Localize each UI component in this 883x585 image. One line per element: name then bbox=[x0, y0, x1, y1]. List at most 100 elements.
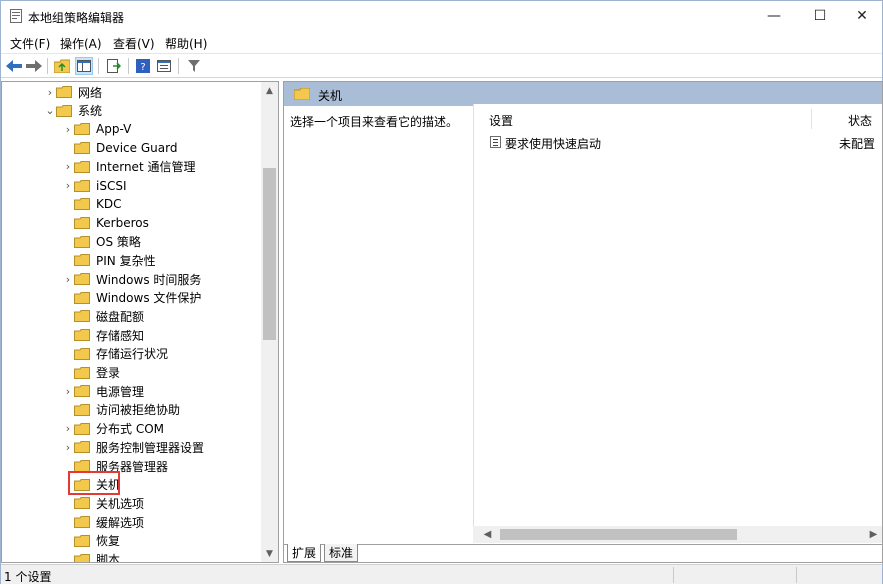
tree-item[interactable]: › 服务控制管理器设置 bbox=[62, 438, 204, 456]
tree-item[interactable]: 恢复 bbox=[62, 532, 120, 550]
scroll-right-button[interactable]: ▶ bbox=[865, 526, 882, 543]
tree-item[interactable]: › App-V bbox=[62, 120, 131, 138]
tree-item[interactable]: PIN 复杂性 bbox=[62, 251, 156, 269]
folder-icon bbox=[74, 497, 90, 510]
chevron-right-icon[interactable]: › bbox=[44, 83, 56, 101]
column-header-state[interactable]: 状态 bbox=[848, 112, 872, 129]
properties-button[interactable] bbox=[155, 57, 173, 75]
tree-item-label: 存储感知 bbox=[96, 328, 145, 343]
tree-item-label: 登录 bbox=[96, 366, 121, 380]
menu-action[interactable]: 操作(A) bbox=[60, 35, 102, 52]
export-list-button[interactable] bbox=[105, 57, 123, 75]
folder-icon bbox=[74, 422, 90, 435]
back-button[interactable] bbox=[5, 57, 23, 75]
chevron-right-icon[interactable]: › bbox=[62, 120, 74, 138]
tree-item[interactable]: › Windows 时间服务 bbox=[62, 270, 202, 288]
tree-item[interactable]: 关机选项 bbox=[62, 494, 144, 512]
tree-item[interactable]: 存储运行状况 bbox=[62, 345, 168, 363]
tree-item[interactable]: ⌄ 系统 bbox=[44, 102, 102, 120]
chevron-right-icon[interactable]: › bbox=[62, 420, 74, 438]
tree-item-label: App-V bbox=[96, 122, 132, 137]
tree-item-label: 访问被拒绝协助 bbox=[96, 403, 181, 418]
chevron-right-icon bbox=[62, 251, 74, 269]
folder-icon bbox=[74, 179, 90, 192]
tree-item[interactable]: › Internet 通信管理 bbox=[62, 158, 196, 176]
selected-item-highlight bbox=[68, 471, 120, 495]
menu-help[interactable]: 帮助(H) bbox=[165, 35, 207, 52]
filter-button[interactable] bbox=[185, 57, 203, 75]
menu-file[interactable]: 文件(F) bbox=[10, 35, 50, 52]
tree-item-label: iSCSI bbox=[96, 178, 127, 193]
chevron-right-icon bbox=[62, 233, 74, 251]
help-button[interactable]: ? bbox=[134, 57, 152, 75]
column-header-setting[interactable]: 设置 bbox=[489, 112, 513, 129]
menu-view[interactable]: 查看(V) bbox=[113, 35, 155, 52]
tree-item[interactable]: 登录 bbox=[62, 364, 120, 382]
tree-item[interactable]: Kerberos bbox=[62, 214, 149, 232]
tree-item-label: 恢复 bbox=[96, 534, 121, 549]
tree-item-label: OS 策略 bbox=[96, 235, 141, 250]
chevron-right-icon[interactable]: › bbox=[62, 382, 74, 400]
tree-item-label: 分布式 COM bbox=[96, 422, 164, 437]
folder-icon bbox=[74, 385, 90, 398]
chevron-right-icon[interactable]: › bbox=[62, 438, 74, 456]
close-button[interactable]: ✕ bbox=[839, 1, 883, 31]
details-horizontal-scrollbar[interactable]: ◀ ▶ bbox=[473, 526, 882, 543]
tree-item[interactable]: 访问被拒绝协助 bbox=[62, 401, 180, 419]
horizontal-scroll-thumb[interactable] bbox=[500, 529, 737, 540]
chevron-right-icon bbox=[62, 532, 74, 550]
setting-state: 未配置 bbox=[838, 137, 875, 151]
svg-text:?: ? bbox=[140, 62, 145, 73]
tree-item[interactable]: OS 策略 bbox=[62, 233, 141, 251]
chevron-right-icon bbox=[62, 513, 74, 531]
tree-pane[interactable]: › 网络 ⌄ 系统 › App-V Device Guard › Internet 通信管理 › i… bbox=[1, 81, 279, 563]
tab-extended[interactable]: 扩展 bbox=[287, 544, 322, 562]
tree-item-label: 系统 bbox=[78, 104, 103, 119]
tree-item[interactable]: › 分布式 COM bbox=[62, 420, 164, 438]
app-window: 本地组策略编辑器 — ☐ ✕ 文件(F) 操作(A) 查看(V) 帮助(H) ? bbox=[0, 0, 883, 584]
maximize-button[interactable]: ☐ bbox=[797, 1, 843, 31]
folder-icon bbox=[56, 104, 72, 117]
tree-item[interactable]: 磁盘配额 bbox=[62, 307, 144, 325]
chevron-right-icon[interactable]: › bbox=[62, 177, 74, 195]
tree-item-label: 脚本 bbox=[96, 553, 121, 563]
tree-vertical-scrollbar[interactable]: ▲ ▼ bbox=[261, 82, 278, 562]
tree-item[interactable]: Device Guard bbox=[62, 139, 177, 157]
folder-icon bbox=[74, 534, 90, 547]
tree-item-label: 缓解选项 bbox=[96, 515, 145, 530]
scroll-up-button[interactable]: ▲ bbox=[261, 82, 278, 99]
chevron-down-icon: ▼ bbox=[266, 548, 273, 559]
scroll-down-button[interactable]: ▼ bbox=[261, 545, 278, 562]
chevron-down-icon[interactable]: ⌄ bbox=[44, 102, 56, 120]
help-icon: ? bbox=[136, 59, 150, 73]
folder-icon bbox=[294, 88, 310, 100]
minimize-button[interactable]: — bbox=[751, 1, 797, 31]
table-row[interactable]: 要求使用快速启动 未配置 bbox=[474, 133, 882, 151]
chevron-right-icon[interactable]: › bbox=[62, 270, 74, 288]
folder-icon bbox=[74, 553, 90, 562]
folder-icon bbox=[74, 273, 90, 285]
tree-item[interactable]: Windows 文件保护 bbox=[62, 289, 201, 307]
show-hide-tree-button[interactable] bbox=[75, 57, 93, 75]
tree-item[interactable]: 存储感知 bbox=[62, 326, 144, 344]
tree-item-label: Device Guard bbox=[96, 141, 178, 156]
chevron-right-icon bbox=[62, 364, 74, 382]
tree-item[interactable]: › 网络 bbox=[44, 83, 102, 101]
tree-item[interactable]: 脚本 bbox=[62, 551, 121, 563]
forward-button[interactable] bbox=[25, 57, 43, 75]
scroll-thumb[interactable] bbox=[263, 168, 276, 340]
tree-item[interactable]: › 电源管理 bbox=[62, 382, 144, 400]
tree-item[interactable]: KDC bbox=[62, 195, 122, 213]
tree-item[interactable]: › iSCSI bbox=[62, 177, 127, 195]
tree-item[interactable]: 缓解选项 bbox=[62, 513, 144, 531]
tab-standard[interactable]: 标准 bbox=[324, 544, 359, 562]
tree-item-label: Kerberos bbox=[96, 215, 149, 230]
description-text: 选择一个项目来查看它的描述。 bbox=[290, 115, 459, 129]
details-pane: 关机 选择一个项目来查看它的描述。 设置 状态 要求使用快速启动 未配置 ◀ ▶… bbox=[283, 81, 883, 563]
folder-icon bbox=[74, 254, 90, 267]
chevron-right-icon[interactable]: › bbox=[62, 158, 74, 176]
toolbar: ? bbox=[1, 53, 882, 78]
filter-icon bbox=[188, 60, 200, 72]
up-level-button[interactable] bbox=[53, 57, 71, 75]
scroll-left-button[interactable]: ◀ bbox=[479, 526, 496, 543]
